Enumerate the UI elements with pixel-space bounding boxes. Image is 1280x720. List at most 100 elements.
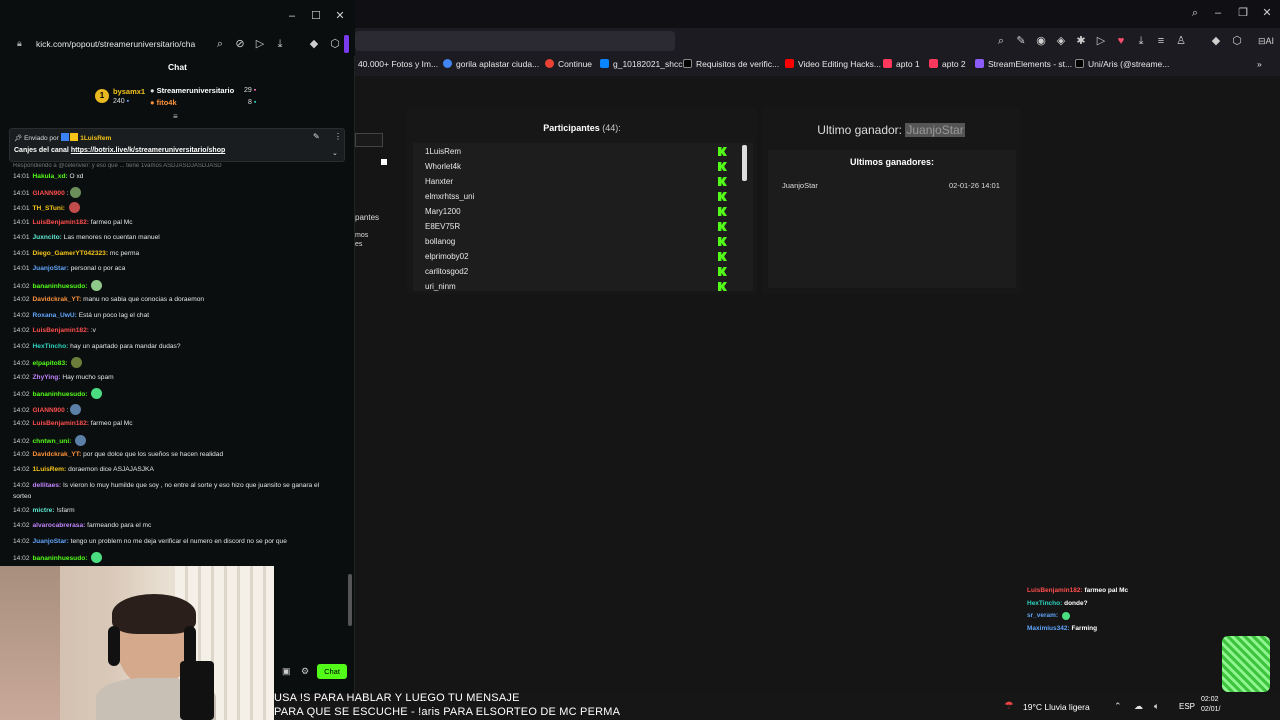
- url-text[interactable]: kick.com/popout/streameruniversitario/ch…: [36, 39, 195, 49]
- message-username[interactable]: JuanjoStar:: [33, 538, 69, 545]
- message-username[interactable]: elpapito83:: [33, 360, 68, 367]
- play-icon[interactable]: ▷: [254, 38, 266, 50]
- message-username[interactable]: JuanjoStar:: [33, 265, 69, 272]
- zoom-icon[interactable]: ⌕: [995, 35, 1007, 47]
- message-username[interactable]: Juxncito:: [33, 234, 62, 241]
- message-username[interactable]: dellitaes:: [33, 482, 62, 489]
- message-username[interactable]: Roxana_UwU:: [33, 312, 77, 319]
- shield-icon[interactable]: ⊘: [234, 38, 246, 50]
- download-icon[interactable]: ⤓: [1135, 35, 1147, 47]
- leader-name[interactable]: ● fito4k: [150, 98, 177, 107]
- cloud-icon[interactable]: ☁: [1134, 701, 1143, 712]
- restore-icon[interactable]: ☐: [310, 10, 322, 22]
- gear-icon[interactable]: ⚙: [301, 666, 309, 677]
- cube-icon[interactable]: ⬡: [329, 38, 341, 50]
- emote-icon: [68, 202, 80, 213]
- overlay-username: sr_veram:: [1027, 612, 1059, 619]
- gift-icon[interactable]: ▣: [282, 666, 291, 677]
- browser-toolbar: ⌕ ✎ ◉ ◈ ✱ ▷ ♥ ⤓ ≡ ♙ ◆ ⬡ ⊟AI: [355, 28, 1280, 54]
- message-username[interactable]: bananinhuesudo:: [33, 391, 88, 398]
- camera-icon[interactable]: ◉: [1035, 35, 1047, 47]
- message-username[interactable]: GIANN900: [33, 190, 65, 197]
- menu-icon[interactable]: ≡: [1155, 35, 1167, 47]
- participant-name: E8EV75R: [425, 222, 461, 231]
- message-username[interactable]: bananinhuesudo:: [33, 555, 88, 562]
- bookmark[interactable]: 40.000+ Fotos y Im...: [358, 59, 438, 69]
- recent-winners-box: Ultimos ganadores: JuanjoStar 02-01-26 1…: [768, 150, 1016, 288]
- pinned-link[interactable]: https://botrix.live/k/streameruniversita…: [71, 147, 225, 154]
- message-username[interactable]: ZhyYing:: [33, 374, 61, 381]
- message-username[interactable]: Diego_GamerYT042323:: [33, 250, 109, 257]
- bookmark[interactable]: apto 2: [929, 59, 966, 69]
- chevron-down-icon[interactable]: ⌄: [332, 149, 338, 157]
- profile-icon[interactable]: ♙: [1175, 35, 1187, 47]
- message-username[interactable]: Davidckrak_YT:: [33, 451, 82, 458]
- checkbox[interactable]: [381, 159, 387, 165]
- chevron-right-icon[interactable]: »: [1257, 59, 1262, 69]
- restore-icon[interactable]: ❐: [1237, 7, 1249, 19]
- zoom-icon[interactable]: ⌕: [214, 38, 226, 50]
- play-icon[interactable]: ▷: [1095, 35, 1107, 47]
- chat-send-button[interactable]: Chat: [317, 664, 347, 679]
- edit-icon[interactable]: ✎: [1015, 35, 1027, 47]
- minimize-icon[interactable]: –: [286, 10, 298, 22]
- shield-icon[interactable]: ◈: [1055, 35, 1067, 47]
- heart-icon[interactable]: ♥: [1115, 35, 1127, 47]
- message-username[interactable]: TH_STuni:: [33, 205, 65, 212]
- message-time: 14:02: [13, 296, 30, 303]
- message-time: 14:02: [13, 538, 30, 545]
- message-username[interactable]: LuisBenjamin182:: [33, 420, 89, 427]
- weather-text[interactable]: 19°C Lluvia ligera: [1023, 702, 1090, 712]
- scrollbar-thumb[interactable]: [742, 145, 747, 181]
- message-username[interactable]: LuisBenjamin182:: [33, 327, 89, 334]
- message-time: 14:02: [13, 466, 30, 473]
- bookmark[interactable]: StreamElements - st...: [975, 59, 1072, 69]
- chat-scrollbar[interactable]: [348, 574, 352, 626]
- message-username[interactable]: Davidckrak_YT:: [33, 296, 82, 303]
- close-icon[interactable]: ✕: [334, 10, 346, 22]
- search-icon[interactable]: ⌕: [1189, 7, 1201, 19]
- chat-message: 14:02 bananinhuesudo:: [13, 552, 343, 563]
- leader-name[interactable]: bysamx1: [113, 87, 145, 96]
- minimize-icon[interactable]: –: [1212, 7, 1224, 19]
- chevron-up-icon[interactable]: ⌃: [1114, 701, 1122, 712]
- extension-icon[interactable]: ✱: [1075, 35, 1087, 47]
- ai-icon[interactable]: ⊟AI: [1253, 35, 1279, 47]
- pinned-header: 📌︎ Enviado por 1LuisRem: [14, 133, 112, 142]
- bookmark[interactable]: Continue: [545, 59, 592, 69]
- message-username[interactable]: GIANN900: [33, 407, 65, 414]
- diamond-icon[interactable]: ◆: [1210, 35, 1222, 47]
- speaker-icon[interactable]: 🔈︎: [1154, 701, 1159, 712]
- more-icon[interactable]: ⋮: [334, 132, 342, 141]
- leader-name[interactable]: ● Streameruniversitario: [150, 86, 234, 95]
- kick-icon: [718, 252, 727, 261]
- message-username[interactable]: mictre:: [33, 507, 55, 514]
- message-username[interactable]: bananinhuesudo:: [33, 283, 88, 290]
- lock-icon: 🔒︎: [17, 38, 22, 48]
- bookmark[interactable]: Uni/Aris (@streame...: [1075, 59, 1169, 69]
- cube-icon[interactable]: ⬡: [1231, 35, 1243, 47]
- bookmark[interactable]: Video Editing Hacks...: [785, 59, 881, 69]
- collapse-icon[interactable]: ≡: [173, 112, 178, 121]
- message-username[interactable]: alvarocabrerasa:: [33, 522, 86, 529]
- bookmark[interactable]: g_10182021_shcc: [600, 59, 682, 69]
- reply-line: Respondiendo a @celenvier: y eso que ...…: [13, 163, 222, 169]
- bookmark[interactable]: gorila aplastar ciuda...: [443, 59, 539, 69]
- message-username[interactable]: chntwn_uni:: [33, 438, 72, 445]
- language-indicator[interactable]: ESP: [1179, 702, 1195, 711]
- bookmark[interactable]: Requisitos de verific...: [683, 59, 779, 69]
- pin-icon[interactable]: ✎: [313, 132, 320, 141]
- download-icon[interactable]: ⤓: [274, 38, 286, 50]
- message-username[interactable]: HexTincho:: [33, 343, 69, 350]
- chat-message: 14:02 1LuisRem: doraemon dice ASJAJASJKA: [13, 465, 343, 474]
- diamond-icon[interactable]: ◆: [308, 38, 320, 50]
- message-username[interactable]: Hakula_xd:: [33, 173, 68, 180]
- address-bar[interactable]: [355, 31, 675, 51]
- close-icon[interactable]: ✕: [1261, 7, 1273, 19]
- input-partial[interactable]: [355, 133, 383, 147]
- bookmark[interactable]: apto 1: [883, 59, 920, 69]
- clock[interactable]: 02:02 02/01/: [1201, 695, 1220, 715]
- message-username[interactable]: LuisBenjamin182:: [33, 219, 89, 226]
- participants-list[interactable]: 1LuisRem Whorlet4k Hanxter elmxrhtss_uni Mar…: [413, 143, 753, 291]
- message-username[interactable]: 1LuisRem:: [33, 466, 67, 473]
